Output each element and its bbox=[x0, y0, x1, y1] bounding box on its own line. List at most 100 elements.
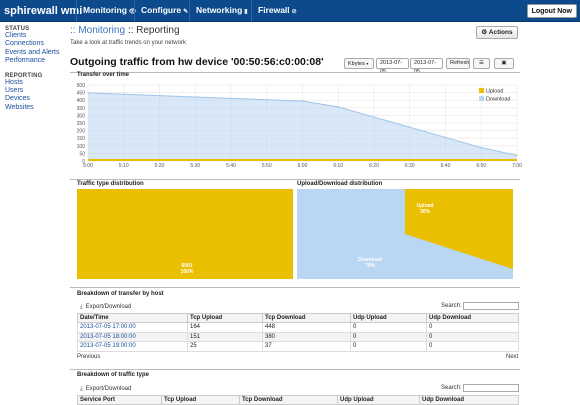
sidebar-item-websites[interactable]: Websites bbox=[5, 104, 65, 112]
breadcrumb: :: Monitoring :: Reporting bbox=[70, 25, 180, 36]
table-header-row: Date/Time Tcp Upload Tcp Download Udp Up… bbox=[77, 313, 519, 323]
sidebar-item-clients[interactable]: Clients bbox=[5, 32, 65, 40]
x-tick-label: 5:50 bbox=[262, 163, 272, 169]
nav-networking-label: Networking bbox=[196, 5, 243, 15]
type-search-input[interactable] bbox=[463, 384, 519, 392]
cell-date[interactable]: 2013-07-05 18:00:00 bbox=[77, 331, 188, 342]
y-tick-label: 150 bbox=[77, 136, 86, 142]
page-subtitle: Take a look at traffic trends on your ne… bbox=[70, 40, 186, 46]
breadcrumb-reporting: :: Reporting bbox=[127, 25, 180, 36]
export-download-button[interactable]: ⤓ Export/Download bbox=[80, 304, 131, 311]
y-tick-label: 100 bbox=[77, 144, 86, 150]
section-title-updown-dist: Upload/Download distribution bbox=[297, 181, 383, 187]
previous-page-button[interactable]: Previous bbox=[77, 354, 100, 360]
nav-monitoring[interactable]: Monitoring 👁 bbox=[76, 0, 143, 22]
chart-view-button[interactable]: ▣ bbox=[494, 58, 514, 69]
divider bbox=[70, 287, 520, 288]
col-tcp-download[interactable]: Tcp Download bbox=[262, 313, 351, 323]
sidebar-item-events[interactable]: Events and Alerts bbox=[5, 49, 65, 57]
x-tick-label: 5:00 bbox=[83, 163, 93, 169]
cell-tcp-download: 37 bbox=[262, 341, 351, 352]
transfer-area-chart: 050100150200250300350400450500 5:00 5:10 5… bbox=[77, 83, 522, 169]
next-page-button[interactable]: Next bbox=[506, 354, 518, 360]
date-to-input[interactable]: 2013-07-05 bbox=[410, 58, 443, 75]
col-udp-download[interactable]: Udp Download bbox=[419, 395, 519, 405]
actions-button[interactable]: ⚙ Actions bbox=[476, 26, 518, 39]
x-tick-label: 5:40 bbox=[226, 163, 236, 169]
export-download-button-2[interactable]: ⤓ Export/Download bbox=[80, 386, 131, 393]
download-point bbox=[373, 116, 375, 118]
cell-udp-upload: 0 bbox=[350, 322, 427, 333]
cell-date[interactable]: 2013-07-05 19:00:00 bbox=[77, 341, 188, 352]
col-udp-upload[interactable]: Udp Upload bbox=[350, 313, 427, 323]
download-area bbox=[88, 92, 517, 161]
image-icon: ▣ bbox=[501, 60, 507, 66]
col-udp-download[interactable]: Udp Download bbox=[426, 313, 519, 323]
col-tcp-upload[interactable]: Tcp Upload bbox=[161, 395, 240, 405]
legend-label: Upload bbox=[486, 89, 503, 95]
cell-tcp-upload: 151 bbox=[187, 331, 263, 342]
col-tcp-upload[interactable]: Tcp Upload bbox=[187, 313, 263, 323]
download-point bbox=[87, 92, 89, 94]
x-tick-label: 5:30 bbox=[190, 163, 200, 169]
logout-button[interactable]: Logout Now bbox=[526, 4, 577, 18]
x-tick-label: 5:10 bbox=[119, 163, 129, 169]
col-udp-upload[interactable]: Udp Upload bbox=[337, 395, 420, 405]
table-header-row: Service Port Tcp Upload Tcp Download Udp… bbox=[77, 395, 519, 405]
pie-slice-label: 30% bbox=[420, 209, 431, 215]
sidebar: STATUS Clients Connections Events and Al… bbox=[5, 26, 65, 112]
pie-slice-label: 100% bbox=[181, 269, 194, 275]
download-point bbox=[123, 93, 125, 95]
nav-firewall[interactable]: Firewall ⊘ bbox=[251, 0, 303, 22]
sidebar-item-performance[interactable]: Performance bbox=[5, 57, 65, 65]
export-label: Export/Download bbox=[85, 304, 132, 310]
breadcrumb-monitoring[interactable]: :: Monitoring bbox=[70, 25, 125, 36]
legend-swatch bbox=[479, 96, 484, 101]
download-point bbox=[444, 136, 447, 139]
y-tick-label: 250 bbox=[77, 121, 86, 127]
cell-date[interactable]: 2013-07-05 17:00:00 bbox=[77, 322, 188, 333]
y-tick-label: 200 bbox=[77, 129, 86, 135]
date-from-input[interactable]: 2013-07-05 bbox=[376, 58, 409, 75]
x-tick-label: 6:30 bbox=[405, 163, 415, 169]
cell-udp-upload: 0 bbox=[350, 331, 427, 342]
sidebar-item-devices[interactable]: Devices bbox=[5, 95, 65, 103]
table-view-button[interactable]: ☰ bbox=[473, 58, 490, 69]
chevron-down-icon: ▾ bbox=[366, 61, 369, 66]
legend-swatch bbox=[479, 88, 484, 93]
sidebar-item-users[interactable]: Users bbox=[5, 87, 65, 95]
download-point bbox=[194, 96, 196, 98]
traffic-type-pie-chart: 6001100% bbox=[77, 189, 293, 279]
pie-slice-label: 70% bbox=[365, 263, 376, 269]
page-title: Outgoing traffic from hw device '00:50:5… bbox=[70, 56, 324, 68]
download-icon: ⤓ bbox=[80, 386, 83, 392]
section-title-breakdown-type: Breakdown of traffic type bbox=[77, 372, 150, 378]
nav-networking[interactable]: Networking ▮ bbox=[189, 0, 254, 22]
type-table: Service Port Tcp Upload Tcp Download Udp… bbox=[77, 395, 519, 405]
download-point bbox=[301, 100, 304, 102]
brand-logo[interactable]: sphirewall wmi bbox=[4, 5, 82, 17]
col-service-port[interactable]: Service Port bbox=[77, 395, 162, 405]
ban-icon: ⊘ bbox=[291, 9, 297, 15]
wrench-icon: ✎ bbox=[183, 9, 189, 15]
x-tick-label: 5:20 bbox=[155, 163, 165, 169]
nav-configure[interactable]: Configure ✎ bbox=[134, 0, 194, 22]
unit-select[interactable]: Kbytes ▾ bbox=[344, 58, 374, 69]
sidebar-item-connections[interactable]: Connections bbox=[5, 40, 65, 48]
y-tick-label: 500 bbox=[77, 83, 86, 89]
refresh-button[interactable]: Refresh bbox=[446, 58, 470, 69]
x-tick-label: 7:00 bbox=[512, 163, 522, 169]
table-row: 2013-07-05 18:00:00 151 380 0 0 bbox=[77, 331, 519, 342]
col-date-time[interactable]: Date/Time bbox=[77, 313, 188, 323]
type-search-label: Search: bbox=[441, 385, 462, 391]
upload-download-pie-chart: Upload30%Download70% bbox=[297, 189, 513, 279]
legend-label: Download bbox=[486, 97, 510, 103]
host-search-input[interactable] bbox=[463, 302, 519, 310]
section-title-breakdown-host: Breakdown of transfer by host bbox=[77, 291, 164, 297]
sidebar-item-hosts[interactable]: Hosts bbox=[5, 79, 65, 87]
export-label: Export/Download bbox=[85, 386, 132, 392]
x-tick-label: 6:50 bbox=[476, 163, 486, 169]
col-tcp-download[interactable]: Tcp Download bbox=[239, 395, 338, 405]
divider bbox=[70, 72, 520, 73]
divider bbox=[70, 369, 520, 370]
